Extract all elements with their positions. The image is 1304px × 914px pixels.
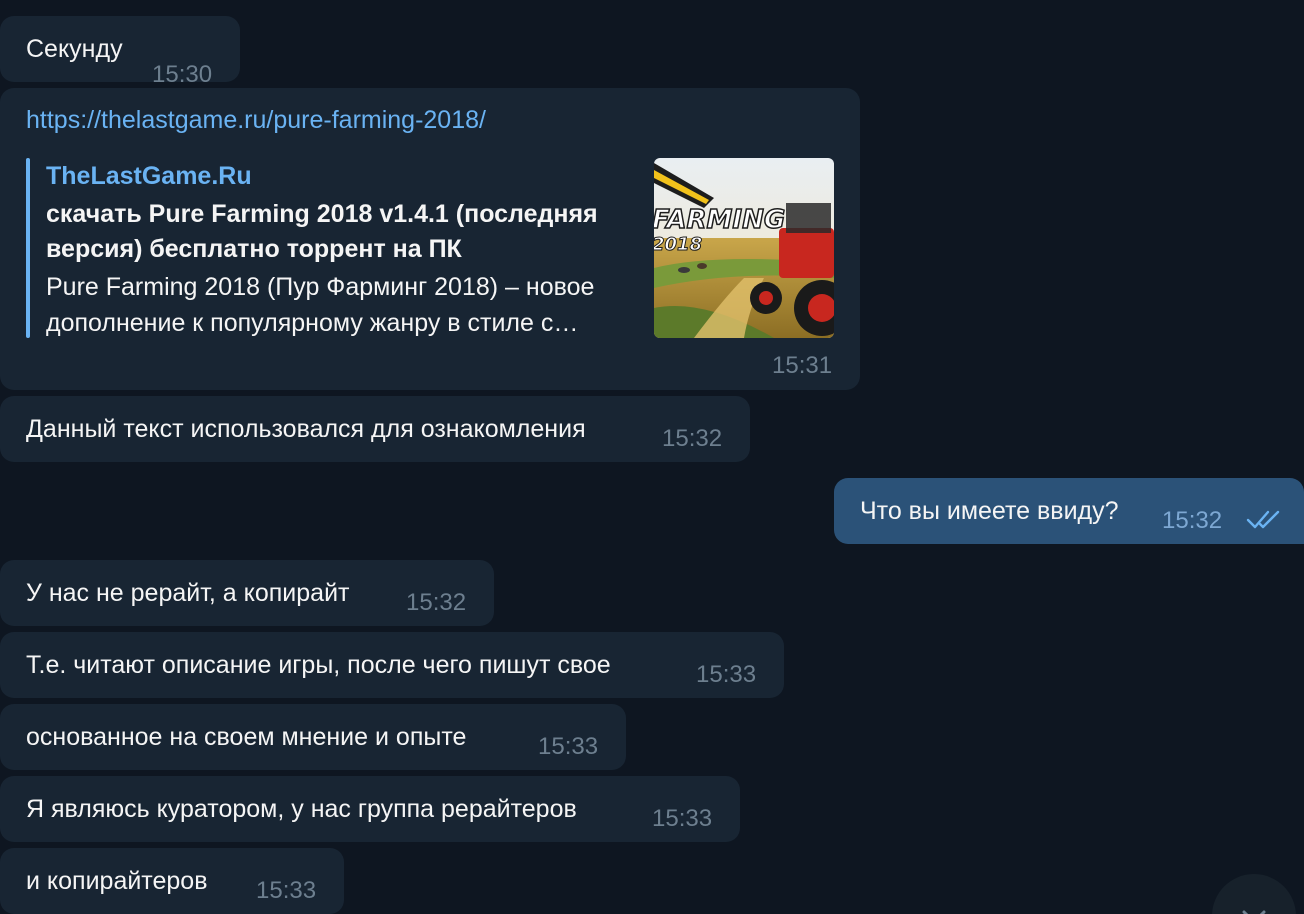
message-time: 15:30 (152, 61, 213, 88)
message-bubble-incoming[interactable]: У нас не рерайт, а копирайт 15:32 (0, 560, 494, 626)
link-preview-thumbnail[interactable]: FARMING 2018 (654, 158, 834, 338)
message-bubble-incoming[interactable]: и копирайтеров 15:33 (0, 848, 344, 914)
thumbnail-logo-text: FARMING (654, 205, 785, 235)
farming-game-image: FARMING 2018 (654, 158, 834, 338)
message-time: 15:32 (1162, 507, 1223, 534)
double-check-icon (1246, 510, 1280, 529)
message-time: 15:33 (538, 733, 599, 760)
message-text: Что вы имеете ввиду? (860, 497, 1119, 525)
message-time: 15:33 (696, 661, 757, 688)
chat-history: Секунду 15:30 https://thelastgame.ru/pur… (0, 0, 1304, 914)
message-text: У нас не рерайт, а копирайт (26, 579, 350, 607)
chevron-down-icon (1242, 910, 1266, 914)
message-time: 15:32 (406, 589, 467, 616)
message-bubble-incoming[interactable]: Секунду 15:30 (0, 16, 240, 88)
message-bubble-incoming[interactable]: Данный текст использовался для ознакомле… (0, 396, 750, 462)
message-text: Я являюсь куратором, у нас группа рерайт… (26, 795, 577, 823)
message-bubble-incoming[interactable]: Т.е. читают описание игры, после чего пи… (0, 632, 784, 698)
link-preview-description-line: дополнение к популярному жанру в стиле с… (46, 309, 579, 337)
link-preview-description[interactable]: Pure Farming 2018 (Пур Фарминг 2018) – н… (46, 269, 646, 341)
message-time: 15:33 (652, 805, 713, 832)
message-time: 15:32 (662, 425, 723, 452)
link-preview-site-name[interactable]: TheLastGame.Ru (46, 160, 252, 192)
message-time: 15:31 (772, 352, 833, 379)
link-preview-title[interactable]: скачать Pure Farming 2018 v1.4.1 (послед… (46, 197, 646, 267)
message-text: Т.е. читают описание игры, после чего пи… (26, 651, 611, 679)
message-text: основанное на своем мнение и опыте (26, 723, 467, 751)
thumbnail-logo-year: 2018 (654, 234, 702, 255)
scroll-to-bottom-button[interactable] (1212, 874, 1296, 914)
message-bubble-incoming[interactable]: Я являюсь куратором, у нас группа рерайт… (0, 776, 740, 842)
message-bubble-incoming[interactable]: основанное на своем мнение и опыте 15:33 (0, 704, 626, 770)
message-link[interactable]: https://thelastgame.ru/pure-farming-2018… (26, 104, 486, 136)
message-time: 15:33 (256, 877, 317, 904)
link-preview-accent-bar (26, 158, 30, 338)
message-bubble-outgoing[interactable]: Что вы имеете ввиду? 15:32 (834, 478, 1304, 544)
message-text: Данный текст использовался для ознакомле… (26, 415, 586, 443)
message-text: Секунду (26, 35, 123, 63)
link-preview-description-line: Pure Farming 2018 (Пур Фарминг 2018) – н… (46, 273, 595, 301)
message-text: и копирайтеров (26, 867, 208, 895)
